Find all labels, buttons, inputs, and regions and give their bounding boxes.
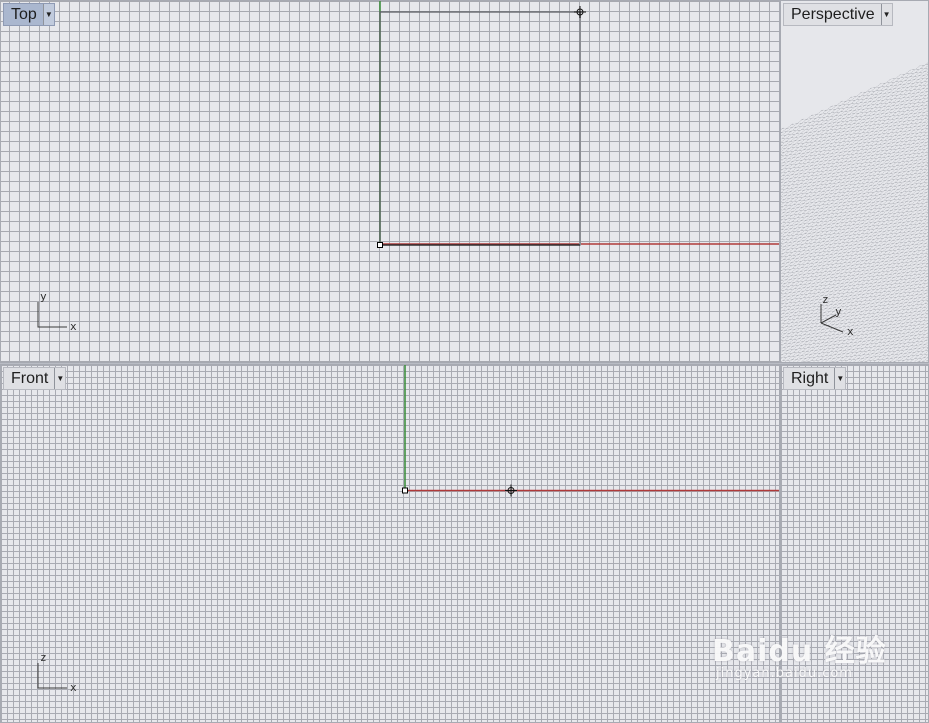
triangle-down-icon[interactable]: ▼ <box>880 4 892 25</box>
axis-widget-z-label: z <box>40 651 47 664</box>
top-viewport-tab[interactable]: Top ▼ <box>3 3 55 26</box>
axis-widget-x-label: x <box>70 320 77 333</box>
perspective-ground-grid <box>781 61 928 362</box>
axis-widget-icon <box>37 302 67 328</box>
triangle-down-icon[interactable]: ▼ <box>834 368 845 389</box>
axis-widget-x-label: x <box>847 325 854 338</box>
right-viewport[interactable]: Right ▼ <box>780 364 929 723</box>
start-point-marker <box>377 242 383 248</box>
top-viewport[interactable]: Top ▼ y x <box>0 0 780 363</box>
crosshair-icon <box>505 484 517 497</box>
crosshair-icon <box>574 6 586 18</box>
start-point-marker <box>402 487 408 494</box>
triangle-down-icon[interactable]: ▼ <box>54 368 65 389</box>
perspective-viewport[interactable]: z y x Perspective ▼ <box>780 0 929 363</box>
front-viewport-label: Front <box>11 370 49 387</box>
front-viewport-tab[interactable]: Front ▼ <box>3 367 67 390</box>
axis-widget-y-label: y <box>40 290 47 303</box>
axis-widget-x-label: x <box>70 681 77 694</box>
right-viewport-tab[interactable]: Right ▼ <box>783 367 847 390</box>
axis-widget-z-label: z <box>822 293 829 306</box>
perspective-viewport-label: Perspective <box>791 6 875 23</box>
front-viewport[interactable]: Front ▼ z x <box>0 364 780 723</box>
axis-widget-y-label: y <box>835 305 842 318</box>
axis-widget-icon <box>37 663 67 689</box>
top-viewport-geometry: y x <box>37 1 779 333</box>
triangle-down-icon[interactable]: ▼ <box>42 4 54 25</box>
front-viewport-geometry: z x <box>37 365 779 694</box>
rectangle-shape <box>379 11 581 246</box>
perspective-geometry: z y x <box>781 61 928 362</box>
perspective-viewport-tab[interactable]: Perspective ▼ <box>783 3 893 26</box>
top-viewport-label: Top <box>11 6 37 23</box>
right-viewport-label: Right <box>791 370 829 387</box>
